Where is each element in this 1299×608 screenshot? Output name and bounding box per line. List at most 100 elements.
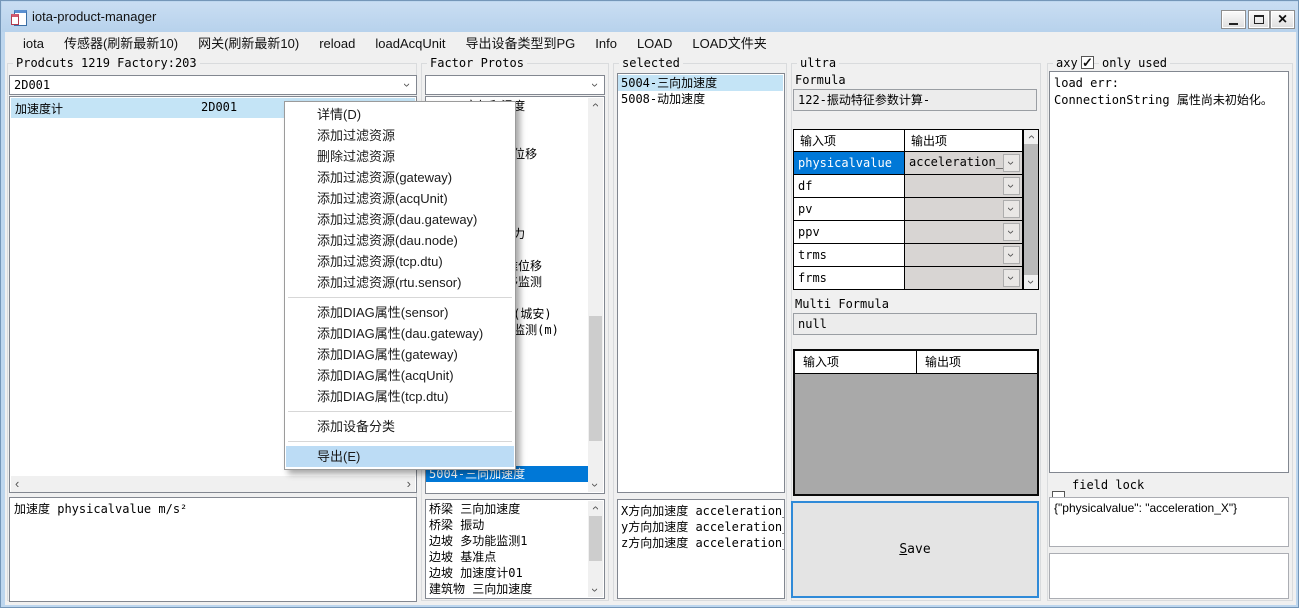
factor-protos-combo[interactable] <box>425 75 605 95</box>
context-menu-item[interactable]: 添加DIAG属性(dau.gateway) <box>286 323 514 344</box>
menu-item[interactable]: loadAcqUnit <box>365 33 455 55</box>
menu-item[interactable]: 导出设备类型到PG <box>455 33 585 55</box>
empty-grid[interactable]: 输入项 输出项 <box>793 349 1039 496</box>
bottom-list-vscrollbar[interactable] <box>588 501 603 597</box>
list-item[interactable]: y方向加速度 acceleration_Y g <box>618 519 783 535</box>
context-menu-item[interactable]: 添加过滤资源(acqUnit) <box>286 188 514 209</box>
combo-dropdown-button[interactable] <box>1003 177 1020 195</box>
scroll-up-icon[interactable] <box>588 501 603 515</box>
selected-list[interactable]: 5004-三向加速度5008-动加速度 <box>617 73 785 493</box>
context-menu-item[interactable]: 删除过滤资源 <box>286 146 514 167</box>
products-combo-button[interactable] <box>399 77 415 93</box>
grid-row[interactable]: df <box>794 175 1038 198</box>
grid-output-combo[interactable] <box>905 175 1023 197</box>
scroll-down-icon[interactable] <box>588 583 603 597</box>
grid-col-input: 输入项 <box>794 130 905 151</box>
error-line: ConnectionString 属性尚未初始化。 <box>1054 92 1284 109</box>
list-item[interactable]: 桥梁 振动 <box>426 517 588 533</box>
context-menu-item[interactable]: 添加设备分类 <box>286 416 514 437</box>
empty-grid-header: 输入项 输出项 <box>795 351 1037 374</box>
list-item[interactable]: X方向加速度 acceleration_X g <box>618 503 783 519</box>
list-item[interactable]: z方向加速度 acceleration_Z g <box>618 535 783 551</box>
scrollbar-thumb[interactable] <box>589 516 602 561</box>
list-item[interactable]: 5004-三向加速度 <box>618 75 783 91</box>
grid-input-cell[interactable]: ppv <box>794 221 905 243</box>
selected-detail-list[interactable]: X方向加速度 acceleration_X gy方向加速度 accelerati… <box>617 499 785 599</box>
grid-row[interactable]: physicalvalue acceleration_X <box>794 152 1038 175</box>
json-textbox[interactable]: {"physicalvalue": "acceleration_X"} <box>1049 497 1289 547</box>
scroll-right-icon[interactable] <box>407 479 411 489</box>
menu-item[interactable]: 传感器(刷新最新10) <box>54 33 188 55</box>
factor-protos-combo-button[interactable] <box>587 77 603 93</box>
title-bar: iota-product-manager <box>2 2 1299 32</box>
context-menu-item[interactable]: 添加DIAG属性(gateway) <box>286 344 514 365</box>
context-menu-item[interactable]: 添加过滤资源(gateway) <box>286 167 514 188</box>
context-menu-item[interactable]: 添加DIAG属性(sensor) <box>286 302 514 323</box>
combo-dropdown-button[interactable] <box>1003 154 1020 172</box>
list-item[interactable]: 边坡 加速度计01 <box>426 565 588 581</box>
multi-formula-textbox[interactable]: null <box>793 313 1037 335</box>
grid-row[interactable]: ppv <box>794 221 1038 244</box>
grid-header: 输入项 输出项 <box>794 130 1038 152</box>
menu-item[interactable]: iota <box>13 33 54 55</box>
grid-row[interactable]: trms <box>794 244 1038 267</box>
products-hscrollbar[interactable] <box>11 476 415 492</box>
list-item[interactable]: 桥梁 三向加速度 <box>426 501 588 517</box>
context-menu-item[interactable]: 详情(D) <box>286 104 514 125</box>
grid-input-cell[interactable]: df <box>794 175 905 197</box>
scroll-left-icon[interactable] <box>15 479 19 489</box>
menu-item[interactable]: LOAD <box>627 33 682 55</box>
scroll-up-icon[interactable] <box>1024 130 1038 144</box>
context-menu-item[interactable]: 添加DIAG属性(tcp.dtu) <box>286 386 514 407</box>
context-menu-item[interactable]: 添加DIAG属性(acqUnit) <box>286 365 514 386</box>
save-button[interactable]: Save <box>791 501 1039 598</box>
grid-vscrollbar[interactable] <box>1023 130 1038 289</box>
scroll-down-icon[interactable] <box>588 478 603 492</box>
grid-output-combo[interactable] <box>905 244 1023 266</box>
grid-input-cell[interactable]: pv <box>794 198 905 220</box>
grid-output-combo[interactable]: acceleration_X <box>905 152 1023 174</box>
grid-row[interactable]: frms <box>794 267 1038 290</box>
scroll-down-icon[interactable] <box>1024 275 1038 289</box>
grid-input-cell[interactable]: physicalvalue <box>794 152 905 174</box>
grid-col-input: 输入项 <box>795 351 917 373</box>
combo-dropdown-button[interactable] <box>1003 223 1020 241</box>
scrollbar-thumb[interactable] <box>589 316 602 441</box>
list-item[interactable]: 边坡 多功能监测1 <box>426 533 588 549</box>
combo-dropdown-button[interactable] <box>1003 269 1020 287</box>
menu-item[interactable]: 网关(刷新最新10) <box>188 33 309 55</box>
menu-item[interactable]: Info <box>585 33 627 55</box>
list-item[interactable]: 建筑物 三向加速度 <box>426 581 588 597</box>
only-used-checkbox[interactable] <box>1081 56 1094 69</box>
grid-output-combo[interactable] <box>905 267 1023 289</box>
load-error-box[interactable]: load err: ConnectionString 属性尚未初始化。 <box>1049 71 1289 473</box>
scroll-up-icon[interactable] <box>588 98 603 112</box>
context-menu-item[interactable]: 添加过滤资源(dau.node) <box>286 230 514 251</box>
product-detail-box[interactable]: 加速度 physicalvalue m/s² <box>9 497 417 602</box>
context-menu-item[interactable]: 添加过滤资源(dau.gateway) <box>286 209 514 230</box>
grid-input-cell[interactable]: frms <box>794 267 905 289</box>
context-menu-item[interactable]: 添加过滤资源(tcp.dtu) <box>286 251 514 272</box>
grid-col-output: 输出项 <box>905 130 1023 151</box>
context-menu-item[interactable]: 添加过滤资源(rtu.sensor) <box>286 272 514 293</box>
menu-item[interactable]: LOAD文件夹 <box>682 33 776 55</box>
minimize-button[interactable] <box>1221 10 1246 29</box>
grid-row[interactable]: pv <box>794 198 1038 221</box>
formula-textbox[interactable]: 122-振动特征参数计算- <box>793 89 1037 111</box>
grid-output-combo[interactable] <box>905 221 1023 243</box>
factor-protos-bottom-list[interactable]: 桥梁 三向加速度桥梁 振动边坡 多功能监测1边坡 基准点边坡 加速度计01建筑物… <box>425 499 605 599</box>
combo-dropdown-button[interactable] <box>1003 200 1020 218</box>
menu-item[interactable]: reload <box>309 33 365 55</box>
grid-output-combo[interactable] <box>905 198 1023 220</box>
grid-input-cell[interactable]: trms <box>794 244 905 266</box>
context-menu-item[interactable]: 添加过滤资源 <box>286 125 514 146</box>
close-button[interactable] <box>1270 10 1295 29</box>
empty-textbox[interactable] <box>1049 553 1289 599</box>
combo-dropdown-button[interactable] <box>1003 246 1020 264</box>
list-item[interactable]: 5008-动加速度 <box>618 91 783 107</box>
products-combo[interactable]: 2D001 <box>9 75 417 95</box>
context-menu-item[interactable]: 导出(E) <box>286 446 514 467</box>
list-item[interactable]: 边坡 基准点 <box>426 549 588 565</box>
factor-protos-vscrollbar[interactable] <box>588 98 603 492</box>
maximize-button[interactable] <box>1248 10 1270 29</box>
